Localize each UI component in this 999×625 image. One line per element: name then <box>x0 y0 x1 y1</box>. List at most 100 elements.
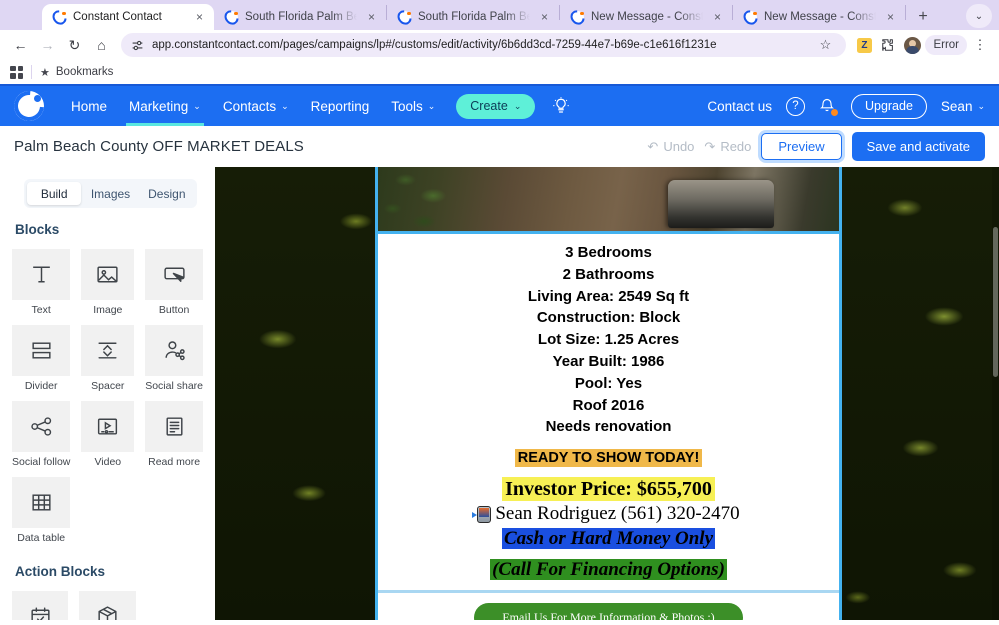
nav-item-home[interactable]: Home <box>60 86 118 126</box>
undo-button[interactable]: ↶ Undo <box>647 139 694 155</box>
app-navigation-bar: Home Marketing ⌄ Contacts ⌄ Reporting To… <box>0 86 999 126</box>
hero-property-image[interactable] <box>378 167 839 234</box>
block-event[interactable] <box>12 591 69 620</box>
apps-grid-icon[interactable] <box>10 65 23 79</box>
email-frame[interactable]: 3 Bedrooms 2 Bathrooms Living Area: 2549… <box>375 167 842 620</box>
ready-to-show-highlight: READY TO SHOW TODAY! <box>514 449 703 468</box>
browser-tab[interactable]: South Florida Palm Beach Co × <box>387 4 559 30</box>
contact-text: Sean Rodriguez (561) 320-2470 <box>495 503 740 525</box>
notifications-bell-icon[interactable] <box>819 97 838 116</box>
tab-images[interactable]: Images <box>83 182 137 205</box>
site-settings-icon[interactable] <box>131 39 144 52</box>
financing-line: (Call For Financing Options) <box>394 559 823 581</box>
upgrade-button[interactable]: Upgrade <box>850 93 927 119</box>
block-product[interactable] <box>79 591 136 620</box>
browser-tab[interactable]: Constant Contact × <box>42 4 214 30</box>
tab-build[interactable]: Build <box>27 182 82 205</box>
back-icon[interactable]: ← <box>8 33 33 58</box>
redo-button[interactable]: ↷ Redo <box>704 139 751 155</box>
nav-item-tools[interactable]: Tools ⌄ <box>380 86 446 126</box>
cash-only-selection-highlight[interactable]: Cash or Hard Money Only <box>501 528 716 550</box>
error-badge[interactable]: Error <box>925 35 967 55</box>
constant-contact-favicon-icon <box>744 10 757 24</box>
email-content-block[interactable]: 3 Bedrooms 2 Bathrooms Living Area: 2549… <box>378 234 839 581</box>
reload-icon[interactable]: ↻ <box>62 33 87 58</box>
block-button[interactable]: Button <box>145 249 203 316</box>
create-button[interactable]: Create ⌄ <box>456 93 536 119</box>
browser-tab[interactable]: New Message - Constant Co × <box>733 4 905 30</box>
url-text: app.constantcontact.com/pages/campaigns/… <box>152 39 717 51</box>
block-tile[interactable] <box>145 249 203 300</box>
page-title[interactable]: Palm Beach County OFF MARKET DEALS <box>14 138 304 155</box>
close-icon[interactable]: × <box>364 10 379 25</box>
nav-item-marketing[interactable]: Marketing ⌄ <box>118 86 212 126</box>
profile-avatar[interactable] <box>901 34 923 56</box>
bookmark-star-icon[interactable]: ☆ <box>814 34 836 56</box>
block-tile[interactable] <box>12 325 71 376</box>
block-read-more[interactable]: Read more <box>145 401 203 468</box>
block-tile[interactable] <box>81 249 135 300</box>
new-tab-button[interactable]: + <box>910 4 936 30</box>
close-icon[interactable]: × <box>537 10 552 25</box>
cta-block[interactable]: Email Us For More Information & Photos :… <box>378 593 839 620</box>
home-icon[interactable]: ⌂ <box>89 33 114 58</box>
extension-zoom-icon[interactable]: Z <box>853 34 875 56</box>
block-text[interactable]: Text <box>12 249 71 316</box>
lightbulb-icon[interactable] <box>551 96 571 116</box>
block-tile[interactable] <box>79 591 136 620</box>
block-label: Text <box>31 304 51 316</box>
tab-title: New Message - Constant Co <box>764 11 876 23</box>
block-tile[interactable] <box>145 401 203 452</box>
spacer-icon <box>98 342 117 359</box>
preview-button[interactable]: Preview <box>761 133 842 160</box>
block-tile[interactable] <box>81 325 135 376</box>
block-tile[interactable] <box>12 401 71 452</box>
browser-menu-icon[interactable]: ⋮ <box>969 34 991 56</box>
address-bar[interactable]: app.constantcontact.com/pages/campaigns/… <box>121 33 847 57</box>
create-label: Create <box>470 99 508 113</box>
email-us-cta-button[interactable]: Email Us For More Information & Photos :… <box>474 603 743 620</box>
action-blocks-heading: Action Blocks <box>15 564 106 579</box>
browser-tab[interactable]: South Florida Palm Beach Co × <box>214 4 386 30</box>
redo-label: Redo <box>720 139 752 154</box>
browser-tab[interactable]: New Message - Constant Co × <box>560 4 732 30</box>
block-tile[interactable] <box>12 591 69 620</box>
block-social-share[interactable]: Social share <box>145 325 203 392</box>
canvas-scrollbar-thumb[interactable] <box>993 227 998 377</box>
block-tile[interactable] <box>12 477 71 528</box>
nav-item-contacts[interactable]: Contacts ⌄ <box>212 86 300 126</box>
block-tile[interactable] <box>12 249 71 300</box>
nav-item-reporting[interactable]: Reporting <box>300 86 381 126</box>
spec-line: Needs renovation <box>545 418 672 436</box>
block-spacer[interactable]: Spacer <box>81 325 135 392</box>
user-menu[interactable]: Sean ⌄ <box>941 99 985 114</box>
constant-contact-logo-icon[interactable] <box>14 91 44 121</box>
data-table-icon <box>32 494 51 511</box>
contact-us-link[interactable]: Contact us <box>707 99 772 114</box>
text-icon <box>32 266 50 283</box>
spec-line: Roof 2016 <box>572 396 645 414</box>
constant-contact-favicon-icon <box>53 10 66 24</box>
block-label: Button <box>158 304 190 316</box>
block-data-table[interactable]: Data table <box>12 477 71 544</box>
email-canvas[interactable]: 3 Bedrooms 2 Bathrooms Living Area: 2549… <box>215 167 999 620</box>
block-tile[interactable] <box>81 401 135 452</box>
block-image[interactable]: Image <box>81 249 135 316</box>
block-tile[interactable] <box>145 325 203 376</box>
bookmark-folder-bookmarks[interactable]: ★ Bookmarks <box>40 66 113 79</box>
tab-design[interactable]: Design <box>140 182 194 205</box>
star-icon: ★ <box>40 66 50 79</box>
block-social-follow[interactable]: Social follow <box>12 401 71 468</box>
chevron-down-icon[interactable]: ⌄ <box>966 4 992 28</box>
save-and-activate-button[interactable]: Save and activate <box>851 132 985 161</box>
canvas-scrollbar[interactable] <box>992 167 999 620</box>
spec-line: Lot Size: 1.25 Acres <box>537 331 680 349</box>
block-divider[interactable]: Divider <box>12 325 71 392</box>
forward-icon[interactable]: → <box>35 33 60 58</box>
extensions-puzzle-icon[interactable] <box>877 34 899 56</box>
block-video[interactable]: Video <box>81 401 135 468</box>
close-icon[interactable]: × <box>710 10 725 25</box>
close-icon[interactable]: × <box>192 10 207 25</box>
help-icon[interactable]: ? <box>785 96 805 116</box>
close-icon[interactable]: × <box>883 10 898 25</box>
